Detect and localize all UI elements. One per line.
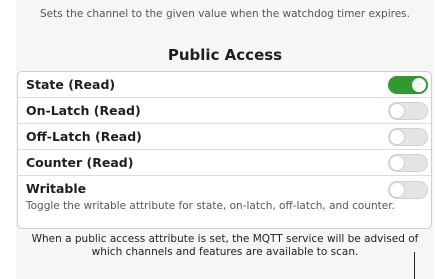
- row-off-latch-read: Off-Latch (Read): [18, 124, 431, 150]
- writable-toggle[interactable]: [388, 181, 428, 199]
- toggle-knob: [389, 103, 405, 119]
- on-latch-read-toggle[interactable]: [388, 102, 428, 120]
- watchdog-hint: Sets the channel to the given value when…: [40, 8, 410, 20]
- counter-read-toggle[interactable]: [388, 154, 428, 172]
- off-latch-read-toggle[interactable]: [388, 128, 428, 146]
- row-label: Writable: [26, 181, 87, 196]
- row-label: Counter (Read): [26, 155, 134, 170]
- state-read-toggle[interactable]: [388, 76, 428, 94]
- row-label: State (Read): [26, 77, 116, 92]
- public-access-footnote: When a public access attribute is set, t…: [16, 233, 434, 259]
- text-cursor: [414, 252, 415, 279]
- row-state-read: State (Read): [18, 72, 431, 98]
- public-access-card: State (Read) On-Latch (Read) Off-Latch (…: [17, 71, 432, 229]
- toggle-knob: [411, 77, 427, 93]
- row-counter-read: Counter (Read): [18, 150, 431, 176]
- row-label: On-Latch (Read): [26, 103, 141, 118]
- toggle-knob: [389, 129, 405, 145]
- writable-description: Toggle the writable attribute for state,…: [26, 200, 395, 212]
- footnote-line: When a public access attribute is set, t…: [31, 233, 419, 245]
- settings-panel: Sets the channel to the given value when…: [16, 0, 434, 279]
- toggle-knob: [389, 155, 405, 171]
- toggle-knob: [389, 182, 405, 198]
- row-writable: Writable Toggle the writable attribute f…: [18, 176, 431, 228]
- row-label: Off-Latch (Read): [26, 129, 142, 144]
- row-on-latch-read: On-Latch (Read): [18, 98, 431, 124]
- footnote-line: which channels and features are availabl…: [91, 246, 359, 258]
- section-title: Public Access: [167, 46, 283, 64]
